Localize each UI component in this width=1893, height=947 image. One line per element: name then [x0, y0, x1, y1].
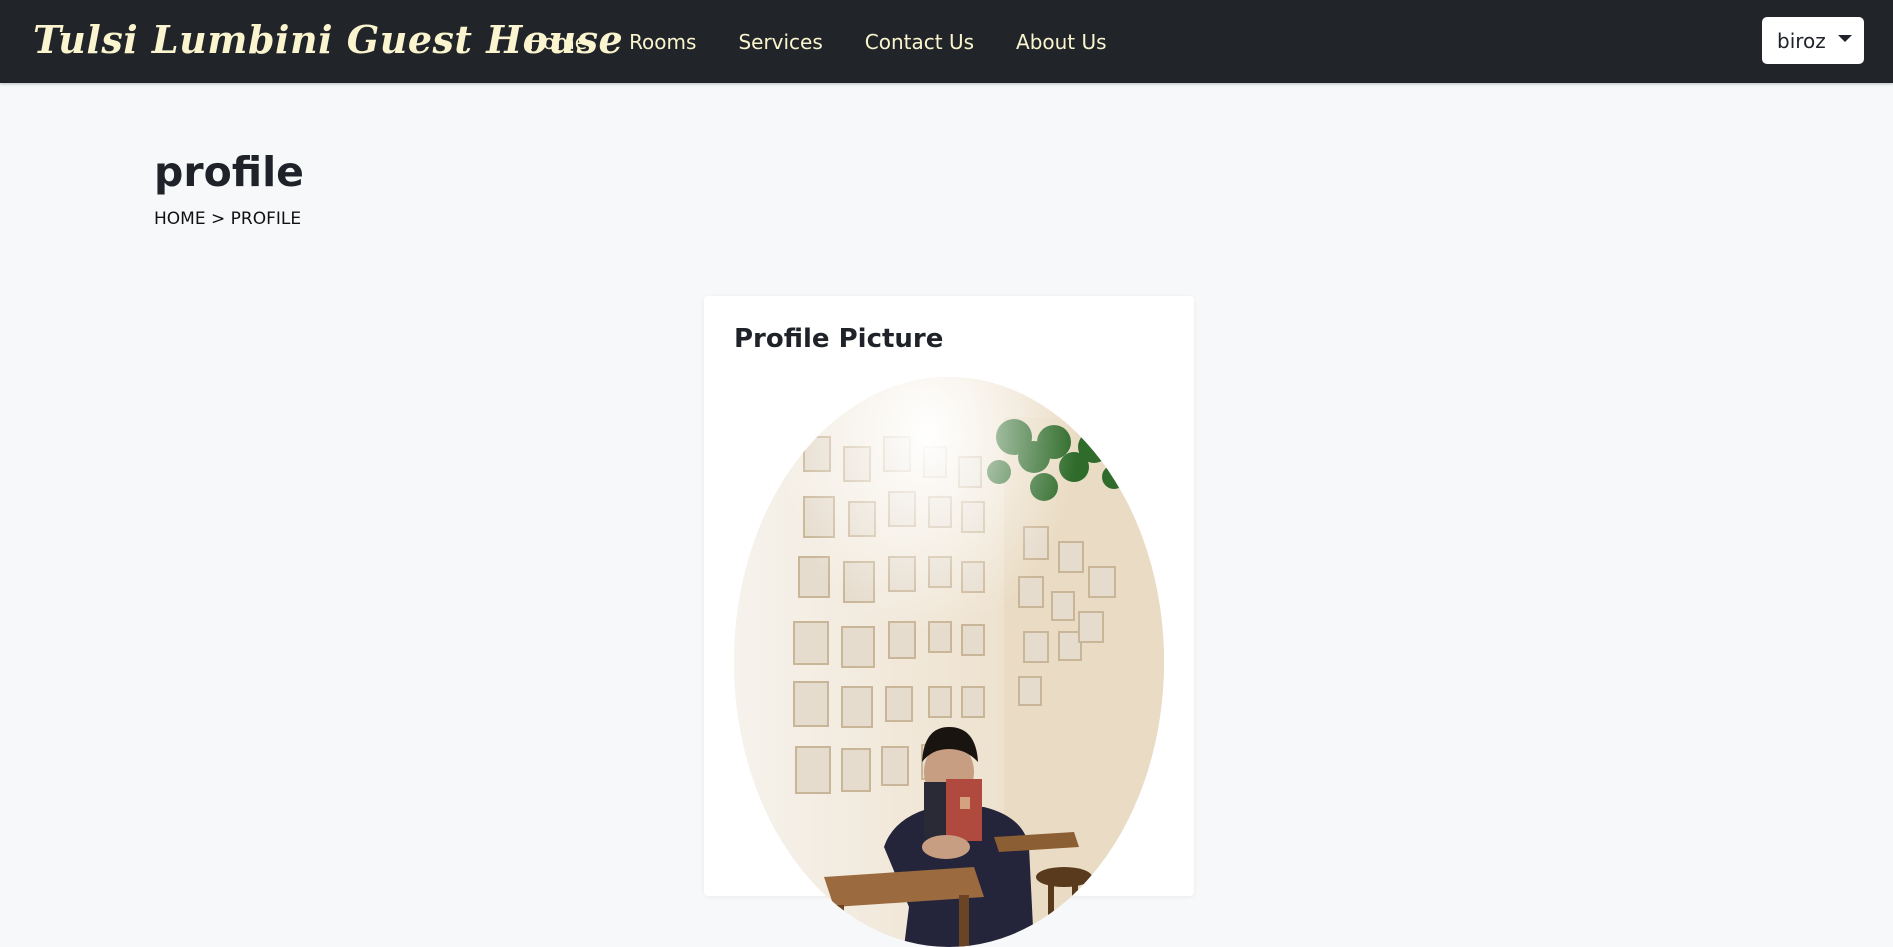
breadcrumb-current: PROFILE [230, 209, 302, 229]
user-menu-dropdown-button[interactable]: biroz [1762, 17, 1864, 64]
nav-links: Home Rooms Services Contact Us About Us [528, 24, 1149, 60]
profile-picture[interactable] [734, 377, 1164, 947]
nav-link-rooms[interactable]: Rooms [629, 24, 696, 60]
card-title: Profile Picture [734, 324, 944, 354]
nav-link-about-us[interactable]: About Us [1016, 24, 1107, 60]
nav-link-services[interactable]: Services [738, 24, 822, 60]
nav-link-home[interactable]: Home [528, 24, 587, 60]
breadcrumb: HOME > PROFILE [154, 208, 301, 230]
breadcrumb-home-link[interactable]: HOME [154, 209, 206, 229]
page-title: profile [154, 148, 304, 196]
nav-link-contact-us[interactable]: Contact Us [865, 24, 974, 60]
breadcrumb-separator: > [210, 209, 226, 229]
profile-picture-card: Profile Picture [704, 296, 1194, 947]
top-navbar: Tulsi Lumbini Guest House Home Rooms Ser… [0, 0, 1893, 83]
chevron-down-icon [1837, 35, 1852, 42]
user-menu-label: biroz [1777, 28, 1826, 53]
